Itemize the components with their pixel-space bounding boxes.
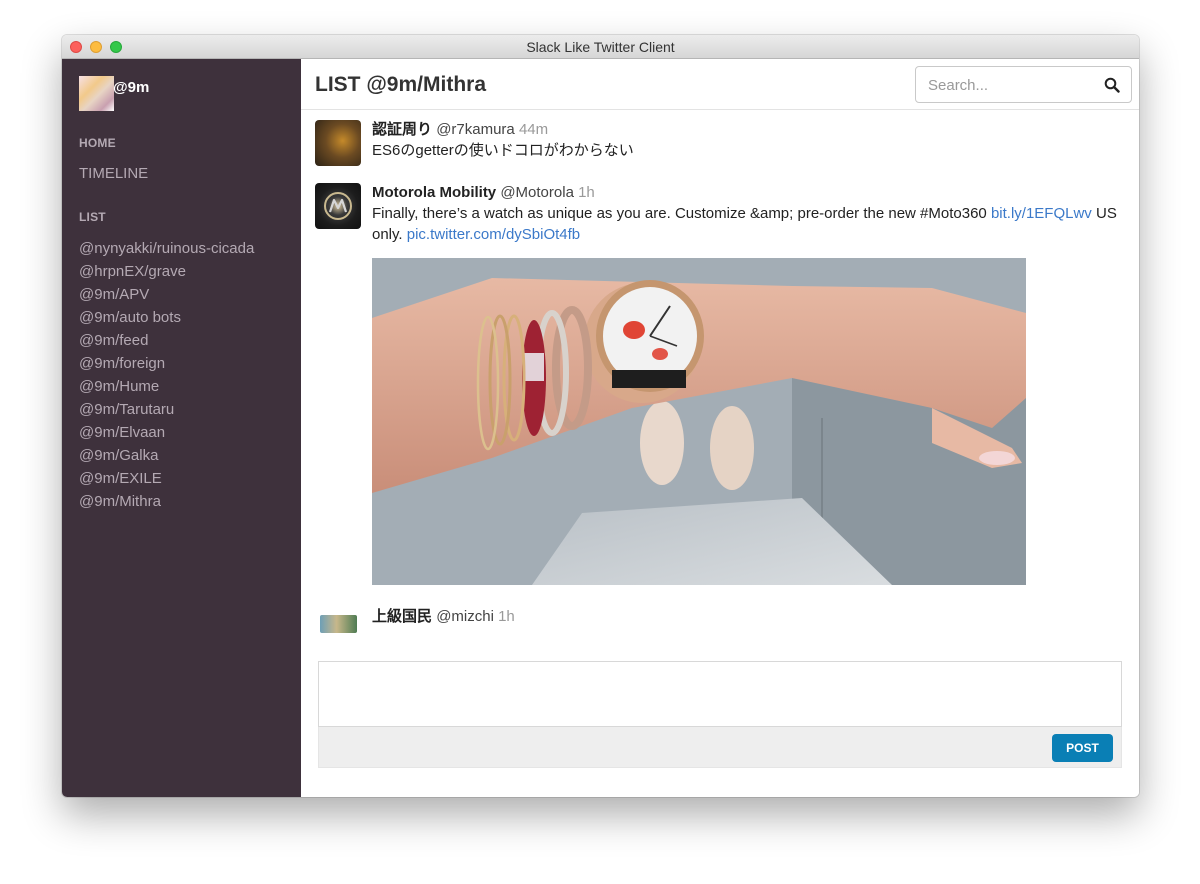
- current-user[interactable]: @9m: [79, 76, 150, 111]
- tweet-timestamp: 1h: [498, 608, 515, 625]
- page-header: LIST @9m/Mithra: [301, 59, 1139, 110]
- tweet-avatar[interactable]: [315, 183, 361, 229]
- title-bar[interactable]: Slack Like Twitter Client: [62, 35, 1139, 59]
- tweet-link[interactable]: pic.twitter.com/dySbiOt4fb: [407, 226, 580, 243]
- tweet-author-handle[interactable]: @Motorola: [500, 184, 574, 201]
- tweet-link[interactable]: bit.ly/1EFQLwv: [991, 205, 1092, 222]
- tweet-avatar[interactable]: [315, 120, 361, 166]
- tweet-author-name[interactable]: 認証周り: [372, 121, 432, 138]
- tweet-timestamp: 1h: [578, 184, 595, 201]
- sidebar-list-item[interactable]: @hrpnEX/grave: [79, 260, 254, 283]
- tweet-meta: Motorola Mobility @Motorola 1h: [372, 183, 1124, 203]
- list-section-heading: LIST: [79, 210, 106, 224]
- search-input[interactable]: [928, 74, 1093, 96]
- tweet-text: Finally, there’s a watch as unique as yo…: [372, 203, 1124, 245]
- sidebar: @9m HOME TIMELINE LIST @nynyakki/ruinous…: [62, 59, 301, 797]
- tweet-feed[interactable]: 認証周り @r7kamura 44m ES6のgetterの使いドコロがわからな…: [301, 110, 1139, 634]
- tweet: 上級国民 @mizchi 1h: [315, 607, 1125, 634]
- post-button[interactable]: POST: [1052, 734, 1113, 762]
- tweet-author-name[interactable]: Motorola Mobility: [372, 184, 496, 201]
- sidebar-item-timeline[interactable]: TIMELINE: [79, 165, 148, 182]
- sidebar-list-item[interactable]: @9m/Tarutaru: [79, 398, 254, 421]
- list-nav: @nynyakki/ruinous-cicada @hrpnEX/grave @…: [79, 237, 254, 513]
- page-title: LIST @9m/Mithra: [315, 73, 486, 96]
- motorola-logo-icon: [324, 192, 352, 220]
- sidebar-list-item[interactable]: @9m/APV: [79, 283, 254, 306]
- compose-textarea[interactable]: [318, 661, 1122, 727]
- main-panel: LIST @9m/Mithra 認証周り @r7kamura 44m: [301, 59, 1139, 797]
- tweet-body: 上級国民 @mizchi 1h: [372, 607, 1124, 627]
- tweet-timestamp: 44m: [518, 121, 549, 138]
- user-name: @9m: [113, 79, 150, 96]
- tweet-body: 認証周り @r7kamura 44m ES6のgetterの使いドコロがわからな…: [372, 120, 1124, 161]
- tweet: 認証周り @r7kamura 44m ES6のgetterの使いドコロがわからな…: [315, 120, 1125, 170]
- sidebar-list-item[interactable]: @9m/Mithra: [79, 490, 254, 513]
- window-title: Slack Like Twitter Client: [526, 39, 675, 55]
- tweet-text-part: Finally, there’s a watch as unique as yo…: [372, 205, 991, 222]
- tweet-author-name[interactable]: 上級国民: [372, 608, 432, 625]
- tweet-composer: POST: [318, 661, 1122, 768]
- sidebar-list-item[interactable]: @9m/Hume: [79, 375, 254, 398]
- sidebar-list-item[interactable]: @9m/foreign: [79, 352, 254, 375]
- sidebar-list-item[interactable]: @nynyakki/ruinous-cicada: [79, 237, 254, 260]
- tweet-text: ES6のgetterの使いドコロがわからない: [372, 142, 634, 159]
- compose-toolbar: POST: [318, 727, 1122, 768]
- tweet-media-image[interactable]: [372, 258, 1026, 585]
- tweet-body: Motorola Mobility @Motorola 1h Finally, …: [372, 183, 1124, 585]
- tweet-author-handle[interactable]: @r7kamura: [436, 121, 515, 138]
- sidebar-list-item[interactable]: @9m/EXILE: [79, 467, 254, 490]
- search-box[interactable]: [915, 66, 1132, 103]
- sidebar-list-item[interactable]: @9m/auto bots: [79, 306, 254, 329]
- sidebar-item-home[interactable]: HOME: [79, 136, 116, 150]
- wrist-watch-photo: [372, 258, 1026, 585]
- app-window: Slack Like Twitter Client @9m HOME TIMEL…: [62, 35, 1139, 797]
- sidebar-list-item[interactable]: @9m/Elvaan: [79, 421, 254, 444]
- tweet-meta: 上級国民 @mizchi 1h: [372, 607, 1124, 627]
- tweet-avatar[interactable]: [320, 615, 357, 633]
- tweet-author-handle[interactable]: @mizchi: [436, 608, 494, 625]
- sidebar-list-item[interactable]: @9m/Galka: [79, 444, 254, 467]
- user-avatar[interactable]: [79, 76, 114, 111]
- search-icon[interactable]: [1104, 77, 1120, 93]
- sidebar-list-item[interactable]: @9m/feed: [79, 329, 254, 352]
- tweet: Motorola Mobility @Motorola 1h Finally, …: [315, 183, 1125, 588]
- tweet-meta: 認証周り @r7kamura 44m: [372, 120, 1124, 140]
